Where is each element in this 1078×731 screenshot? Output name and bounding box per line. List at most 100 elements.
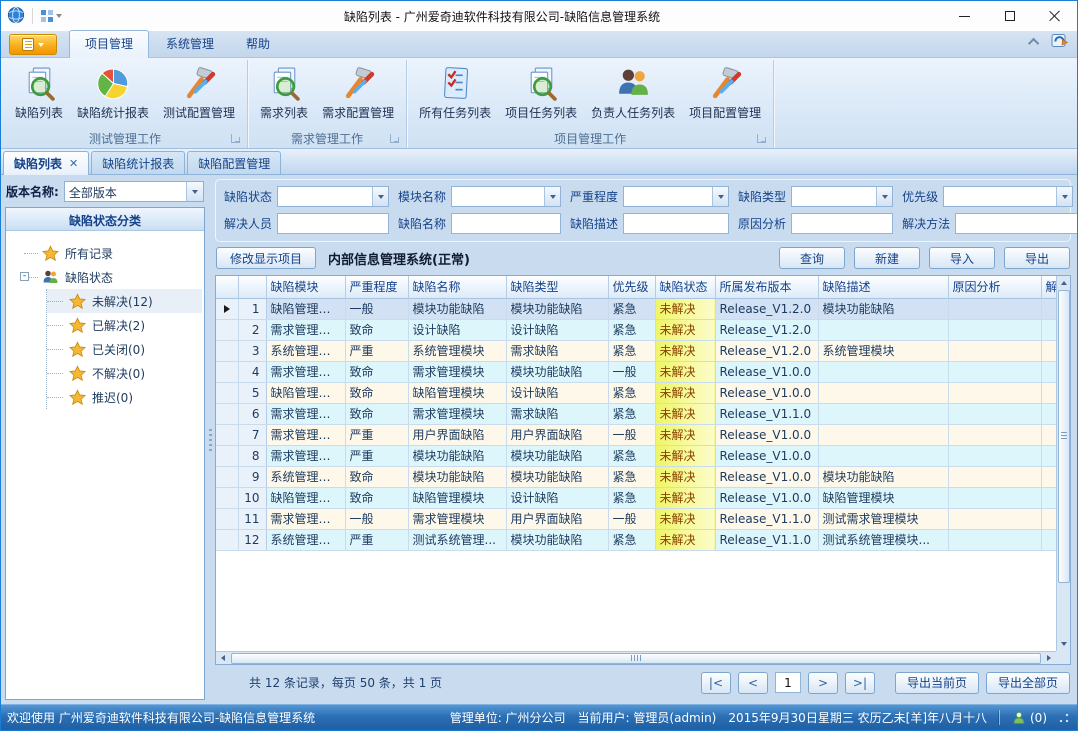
cell-solve[interactable] xyxy=(1041,340,1056,361)
cell-module[interactable]: 需求管理模块 xyxy=(266,403,345,424)
column-header[interactable]: 原因分析 xyxy=(948,276,1041,298)
scroll-down-button[interactable] xyxy=(1057,637,1071,651)
column-header[interactable]: 缺陷名称 xyxy=(408,276,506,298)
cell-module[interactable]: 缺陷管理模块 xyxy=(266,382,345,403)
cell-desc[interactable]: 测试系统管理模块... xyxy=(818,529,948,550)
tree-item[interactable]: 已关闭(0) xyxy=(47,337,202,361)
cell-release[interactable]: Release_V1.2.0 xyxy=(715,298,818,319)
action-button[interactable]: 新建 xyxy=(854,247,920,269)
cell-status[interactable]: 未解决 xyxy=(655,340,715,361)
cell-solve[interactable] xyxy=(1041,487,1056,508)
filter-text-input[interactable] xyxy=(624,187,712,206)
table-row[interactable]: 9系统管理模块致命模块功能缺陷模块功能缺陷紧急未解决Release_V1.0.0… xyxy=(216,466,1056,487)
cell-priority[interactable]: 一般 xyxy=(608,508,655,529)
cell-solve[interactable] xyxy=(1041,319,1056,340)
cell-severity[interactable]: 严重 xyxy=(345,445,408,466)
tree-item[interactable]: -缺陷状态 xyxy=(20,265,202,289)
scroll-left-button[interactable] xyxy=(216,652,230,665)
cell-solve[interactable] xyxy=(1041,382,1056,403)
minimize-button[interactable] xyxy=(942,1,987,31)
cell-analysis[interactable] xyxy=(948,403,1041,424)
dropdown-button[interactable] xyxy=(876,187,892,206)
row-selector-cell[interactable] xyxy=(216,508,238,529)
pager-next-button[interactable]: > xyxy=(808,672,838,694)
cell-priority[interactable]: 一般 xyxy=(608,424,655,445)
filter-text-input[interactable] xyxy=(278,187,372,206)
export-current-page-button[interactable]: 导出当前页 xyxy=(895,672,979,694)
ribbon-button[interactable]: 缺陷统计报表 xyxy=(70,62,156,123)
cell-analysis[interactable] xyxy=(948,466,1041,487)
cell-status[interactable]: 未解决 xyxy=(655,403,715,424)
tree-item[interactable]: 所有记录 xyxy=(20,241,202,265)
cell-desc[interactable] xyxy=(818,319,948,340)
cell-severity[interactable]: 致命 xyxy=(345,361,408,382)
version-dropdown-button[interactable] xyxy=(186,182,203,201)
table-row[interactable]: 10缺陷管理模块致命缺陷管理模块设计缺陷紧急未解决Release_V1.0.0缺… xyxy=(216,487,1056,508)
column-header[interactable]: 缺陷描述 xyxy=(818,276,948,298)
horizontal-scrollbar[interactable] xyxy=(216,651,1056,664)
action-button[interactable]: 导入 xyxy=(929,247,995,269)
collapse-ribbon-button[interactable] xyxy=(1031,38,1039,46)
application-menu-button[interactable] xyxy=(9,34,57,55)
cell-solve[interactable] xyxy=(1041,361,1056,382)
cell-module[interactable]: 需求管理模块 xyxy=(266,361,345,382)
modify-display-items-button[interactable]: 修改显示项目 xyxy=(216,247,316,269)
cell-type[interactable]: 模块功能缺陷 xyxy=(506,445,608,466)
help-button[interactable] xyxy=(1051,32,1069,52)
page-number-input[interactable] xyxy=(775,672,801,693)
pager-prev-button[interactable]: < xyxy=(738,672,768,694)
cell-type[interactable]: 模块功能缺陷 xyxy=(506,466,608,487)
cell-solve[interactable] xyxy=(1041,403,1056,424)
version-combo[interactable]: 全部版本 xyxy=(64,181,204,202)
cell-name[interactable]: 缺陷管理模块 xyxy=(408,382,506,403)
cell-severity[interactable]: 一般 xyxy=(345,508,408,529)
table-row[interactable]: 4需求管理模块致命需求管理模块模块功能缺陷一般未解决Release_V1.0.0 xyxy=(216,361,1056,382)
cell-type[interactable]: 模块功能缺陷 xyxy=(506,361,608,382)
row-selector-cell[interactable] xyxy=(216,340,238,361)
table-row[interactable]: 2需求管理模块致命设计缺陷设计缺陷紧急未解决Release_V1.2.0 xyxy=(216,319,1056,340)
dropdown-button[interactable] xyxy=(544,187,560,206)
table-row[interactable]: 7需求管理模块严重用户界面缺陷用户界面缺陷一般未解决Release_V1.0.0 xyxy=(216,424,1056,445)
pager-first-button[interactable]: |< xyxy=(701,672,731,694)
tree-item[interactable]: 未解决(12) xyxy=(47,289,202,313)
cell-type[interactable]: 设计缺陷 xyxy=(506,382,608,403)
cell-analysis[interactable] xyxy=(948,319,1041,340)
cell-type[interactable]: 需求缺陷 xyxy=(506,403,608,424)
cell-severity[interactable]: 致命 xyxy=(345,403,408,424)
cell-desc[interactable]: 缺陷管理模块 xyxy=(818,487,948,508)
filter-input[interactable] xyxy=(955,213,1078,234)
tree-item[interactable]: 不解决(0) xyxy=(47,361,202,385)
cell-module[interactable]: 系统管理模块 xyxy=(266,529,345,550)
cell-name[interactable]: 需求管理模块 xyxy=(408,361,506,382)
filter-text-input[interactable] xyxy=(278,214,388,233)
filter-text-input[interactable] xyxy=(944,187,1056,206)
filter-input[interactable] xyxy=(791,213,893,234)
cell-release[interactable]: Release_V1.2.0 xyxy=(715,319,818,340)
ribbon-button[interactable]: 测试配置管理 xyxy=(156,62,242,123)
scroll-right-button[interactable] xyxy=(1042,652,1056,665)
column-header[interactable]: 解决方法 xyxy=(1041,276,1056,298)
vertical-scroll-thumb[interactable] xyxy=(1058,290,1070,583)
dialog-launcher-icon[interactable] xyxy=(390,134,399,143)
cell-type[interactable]: 设计缺陷 xyxy=(506,487,608,508)
filter-text-input[interactable] xyxy=(452,214,560,233)
filter-text-input[interactable] xyxy=(792,187,876,206)
cell-status[interactable]: 未解决 xyxy=(655,382,715,403)
cell-release[interactable]: Release_V1.2.0 xyxy=(715,340,818,361)
dialog-launcher-icon[interactable] xyxy=(757,134,766,143)
cell-analysis[interactable] xyxy=(948,382,1041,403)
cell-desc[interactable]: 测试需求管理模块 xyxy=(818,508,948,529)
cell-type[interactable]: 模块功能缺陷 xyxy=(506,298,608,319)
cell-status[interactable]: 未解决 xyxy=(655,298,715,319)
cell-release[interactable]: Release_V1.0.0 xyxy=(715,466,818,487)
cell-name[interactable]: 系统管理模块 xyxy=(408,340,506,361)
cell-desc[interactable] xyxy=(818,445,948,466)
column-header[interactable]: 严重程度 xyxy=(345,276,408,298)
export-all-pages-button[interactable]: 导出全部页 xyxy=(986,672,1070,694)
vertical-scrollbar[interactable] xyxy=(1056,276,1070,651)
cell-name[interactable]: 需求管理模块 xyxy=(408,508,506,529)
cell-analysis[interactable] xyxy=(948,529,1041,550)
cell-release[interactable]: Release_V1.1.0 xyxy=(715,529,818,550)
row-selector-cell[interactable] xyxy=(216,487,238,508)
cell-module[interactable]: 系统管理模块 xyxy=(266,340,345,361)
